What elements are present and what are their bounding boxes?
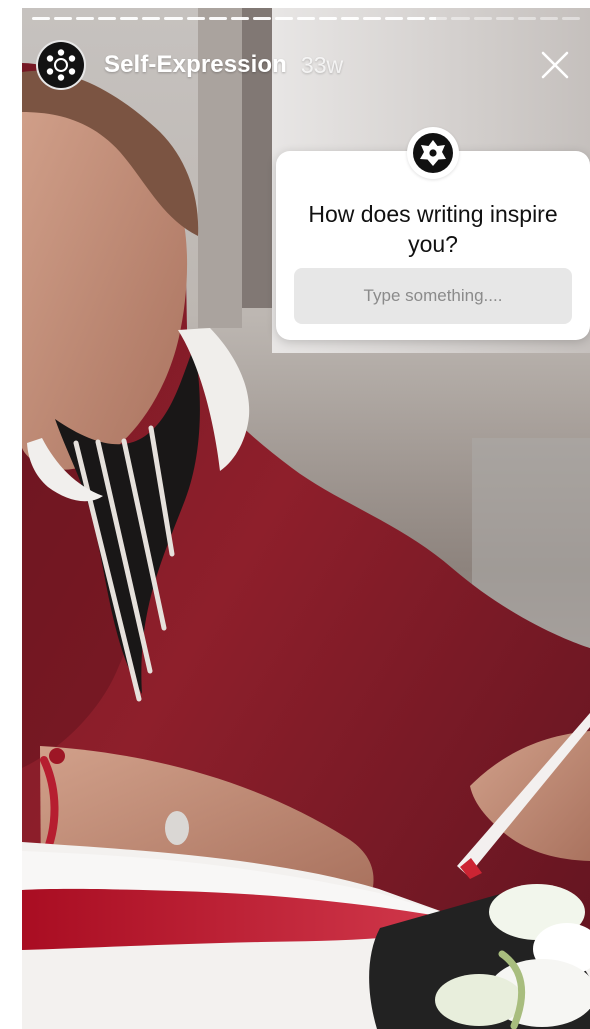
brand-star-icon <box>407 127 459 179</box>
progress-segment <box>252 17 271 20</box>
close-icon <box>541 51 569 79</box>
progress-segment <box>32 17 51 20</box>
progress-segment <box>274 17 293 20</box>
progress-segment <box>186 17 205 20</box>
progress-segment <box>517 17 536 20</box>
progress-segment <box>120 17 139 20</box>
progress-segment <box>296 17 316 20</box>
progress-segment <box>76 17 95 20</box>
avatar[interactable] <box>36 40 86 90</box>
progress-segment <box>98 17 117 20</box>
progress-segment <box>539 17 558 20</box>
progress-segment <box>54 17 73 20</box>
story-header: Self-Expression 33w <box>36 36 576 94</box>
progress-segment <box>385 17 404 20</box>
post-age: 33w <box>300 51 344 78</box>
progress-segment <box>319 17 338 20</box>
story-view[interactable]: Self-Expression 33w How does writing ins… <box>22 8 590 1029</box>
brand-logo-icon <box>44 48 78 82</box>
progress-segment <box>363 17 382 20</box>
question-text: How does writing inspire you? <box>308 201 558 257</box>
story-progress-bar <box>32 17 580 20</box>
progress-segment <box>230 17 249 20</box>
answer-input[interactable] <box>294 268 572 324</box>
close-button[interactable] <box>534 44 576 86</box>
progress-segment <box>473 17 492 20</box>
progress-segment <box>164 17 183 20</box>
progress-segment <box>407 17 426 20</box>
question-sticker[interactable]: How does writing inspire you? <box>276 127 590 340</box>
progress-segment <box>451 17 470 20</box>
progress-segment <box>208 17 227 20</box>
screen: Self-Expression 33w How does writing ins… <box>0 0 590 1029</box>
progress-segment <box>561 17 580 20</box>
progress-segment <box>429 17 448 20</box>
account-name[interactable]: Self-Expression <box>104 51 287 79</box>
progress-segment <box>495 17 514 20</box>
progress-segment <box>142 17 161 20</box>
progress-segment <box>341 17 360 20</box>
